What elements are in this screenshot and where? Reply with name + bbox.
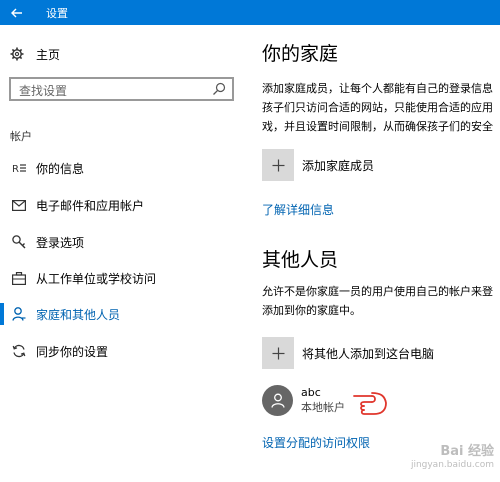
back-button[interactable] xyxy=(0,0,34,25)
user-account-item[interactable]: abc 本地帐户 xyxy=(262,382,345,418)
user-account-type: 本地帐户 xyxy=(301,400,345,414)
sidebar-item-label: 你的信息 xyxy=(36,161,85,176)
user-name: abc xyxy=(301,385,321,399)
svg-text:R: R xyxy=(12,164,19,174)
sidebar-item-label: 电子邮件和应用帐户 xyxy=(36,198,145,213)
sync-icon xyxy=(10,344,28,358)
family-description-line: 戏，并且设置时间限制，从而确保孩子们的安全 xyxy=(262,120,493,133)
sidebar-item-your-info[interactable]: R 你的信息 xyxy=(0,153,245,183)
sidebar-item-label: 家庭和其他人员 xyxy=(36,307,121,322)
title-bar: 设置 xyxy=(0,0,500,25)
watermark: Bai 经验 jingyan.baidu.com xyxy=(374,440,494,476)
others-description-line: 添加到你的家庭中。 xyxy=(262,304,361,317)
sidebar-item-label: 登录选项 xyxy=(36,235,85,250)
add-family-member-label: 添加家庭成员 xyxy=(302,158,375,173)
sidebar-item-family-other[interactable]: 家庭和其他人员 xyxy=(0,299,245,329)
add-other-person-label: 将其他人添加到这台电脑 xyxy=(302,346,435,361)
plus-icon xyxy=(262,337,294,369)
home-label: 主页 xyxy=(36,47,61,62)
sidebar-item-label: 从工作单位或学校访问 xyxy=(36,271,157,286)
window-title: 设置 xyxy=(46,7,68,20)
person-icon xyxy=(10,307,28,321)
home-link[interactable]: 主页 xyxy=(10,43,60,65)
search-icon[interactable] xyxy=(212,82,226,96)
others-description-line: 允许不是你家庭一员的用户使用自己的帐户来登 xyxy=(262,285,493,298)
mail-icon xyxy=(10,199,28,211)
watermark-logo-text: Bai 经验 xyxy=(440,444,494,459)
search-placeholder: 查找设置 xyxy=(19,84,68,98)
family-title: 你的家庭 xyxy=(262,43,339,65)
learn-more-link[interactable]: 了解详细信息 xyxy=(262,201,334,218)
add-family-member-button[interactable]: 添加家庭成员 xyxy=(262,149,374,181)
sidebar-item-sign-in-options[interactable]: 登录选项 xyxy=(0,227,245,257)
avatar xyxy=(262,384,293,416)
sidebar-item-work-school[interactable]: 从工作单位或学校访问 xyxy=(0,263,245,293)
main-content: 你的家庭 添加家庭成员，让每个人都能有自己的登录信息 孩子们只访问合适的网站，只… xyxy=(262,25,500,482)
contact-card-icon: R xyxy=(10,162,28,174)
plus-icon xyxy=(262,149,294,181)
user-text: abc 本地帐户 xyxy=(301,385,345,416)
sidebar-item-sync-settings[interactable]: 同步你的设置 xyxy=(0,336,245,366)
search-input[interactable]: 查找设置 xyxy=(9,77,234,101)
section-label-accounts: 帐户 xyxy=(10,130,32,143)
sidebar-item-email-accounts[interactable]: 电子邮件和应用帐户 xyxy=(0,190,245,220)
sidebar-item-label: 同步你的设置 xyxy=(36,344,109,359)
family-description-line: 孩子们只访问合适的网站，只能使用合适的应用 xyxy=(262,101,493,114)
back-arrow-icon xyxy=(11,8,22,17)
person-icon xyxy=(270,393,285,408)
briefcase-icon xyxy=(10,271,28,285)
sidebar: 主页 查找设置 帐户 R 你的信息 电子邮件和应用帐户 登录选项 从工作单位或学… xyxy=(0,25,245,482)
key-icon xyxy=(10,235,28,249)
gear-icon xyxy=(10,47,28,61)
assigned-access-link[interactable]: 设置分配的访问权限 xyxy=(262,434,370,451)
add-other-person-button[interactable]: 将其他人添加到这台电脑 xyxy=(262,337,434,369)
active-indicator xyxy=(0,303,4,325)
other-people-title: 其他人员 xyxy=(262,249,339,271)
family-description-line: 添加家庭成员，让每个人都能有自己的登录信息 xyxy=(262,82,493,95)
pointing-hand-icon xyxy=(353,392,387,415)
watermark-url: jingyan.baidu.com xyxy=(410,460,494,470)
